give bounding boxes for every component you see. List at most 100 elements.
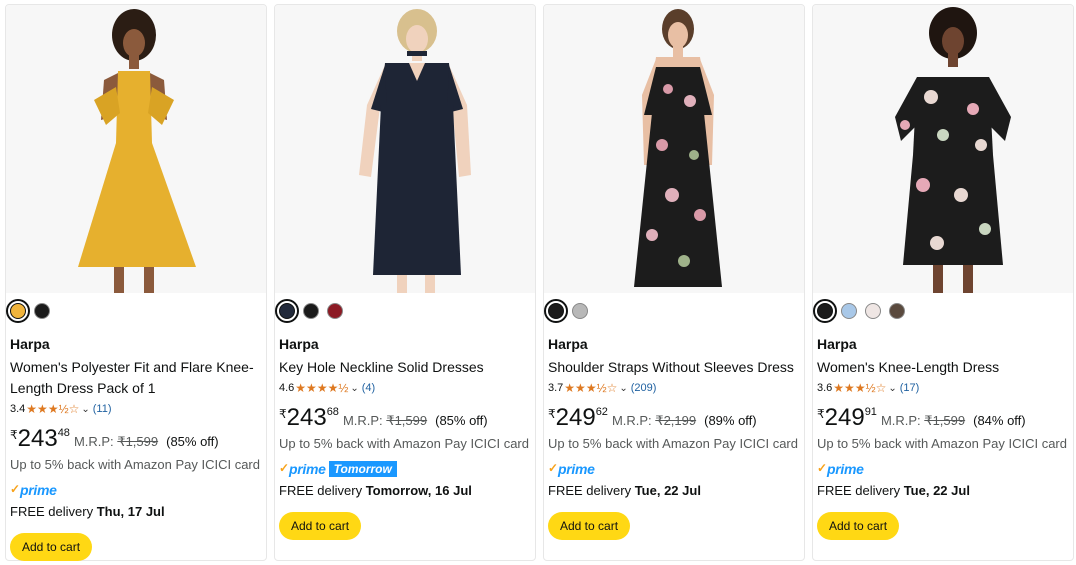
product-image[interactable] xyxy=(275,5,535,293)
add-to-cart-button[interactable]: Add to cart xyxy=(548,512,631,540)
prime-check-icon: ✓ xyxy=(548,461,558,475)
delivery-prefix: FREE delivery xyxy=(548,483,632,498)
mrp: M.R.P: ₹2,199 xyxy=(612,413,696,429)
price[interactable]: ₹ 249 62 M.R.P: ₹2,199 (89% off) xyxy=(548,404,800,432)
delivery-info: FREE delivery Tue, 22 Jul xyxy=(817,482,1069,500)
delivery-date: Thu, 17 Jul xyxy=(96,504,165,519)
cashback-offer: Up to 5% back with Amazon Pay ICICI card xyxy=(548,436,798,451)
color-swatches xyxy=(813,299,1069,323)
delivery-info: FREE delivery Thu, 17 Jul xyxy=(10,503,262,521)
star-rating-icon: ★★★½☆ xyxy=(564,381,618,395)
review-count[interactable]: (11) xyxy=(93,403,112,415)
currency-symbol: ₹ xyxy=(279,407,287,421)
rating-row[interactable]: 3.6 ★★★½☆ ⌄ (17) xyxy=(817,380,1069,396)
product-title[interactable]: Shoulder Straps Without Sleeves Dress xyxy=(548,357,800,378)
mrp-label: M.R.P: xyxy=(880,413,921,428)
color-swatch[interactable] xyxy=(865,303,881,319)
add-to-cart-button[interactable]: Add to cart xyxy=(279,512,362,540)
product-title[interactable]: Women's Polyester Fit and Flare Knee-Len… xyxy=(10,357,262,399)
delivery-prefix: FREE delivery xyxy=(817,483,901,498)
color-swatch[interactable] xyxy=(841,303,857,319)
prime-badge: ✓ prime xyxy=(10,480,262,500)
review-count[interactable]: (209) xyxy=(631,382,657,394)
currency-symbol: ₹ xyxy=(548,407,556,421)
product-title[interactable]: Key Hole Neckline Solid Dresses xyxy=(279,357,531,378)
cashback-offer: Up to 5% back with Amazon Pay ICICI card xyxy=(279,436,529,451)
discount: (85% off) xyxy=(435,413,488,428)
delivery-info: FREE delivery Tue, 22 Jul xyxy=(548,482,800,500)
discount: (89% off) xyxy=(704,413,757,428)
star-rating-icon: ★★★½☆ xyxy=(833,381,887,395)
rating-value: 4.6 xyxy=(279,382,295,394)
product-body: Harpa Women's Polyester Fit and Flare Kn… xyxy=(6,299,262,561)
color-swatch[interactable] xyxy=(889,303,905,319)
price-fraction: 62 xyxy=(595,406,608,418)
mrp-value: ₹1,599 xyxy=(117,434,159,449)
price-fraction: 48 xyxy=(57,427,70,439)
mrp-value: ₹1,599 xyxy=(924,413,966,428)
delivery-prefix: FREE delivery xyxy=(279,483,363,498)
product-image[interactable] xyxy=(6,5,266,293)
currency-symbol: ₹ xyxy=(10,428,18,442)
chevron-down-icon[interactable]: ⌄ xyxy=(350,383,358,394)
chevron-down-icon[interactable]: ⌄ xyxy=(888,383,896,394)
mrp: M.R.P: ₹1,599 xyxy=(881,413,965,429)
product-body: Harpa Key Hole Neckline Solid Dresses 4.… xyxy=(275,299,531,540)
color-swatches xyxy=(275,299,531,323)
color-swatch[interactable] xyxy=(572,303,588,319)
add-to-cart-button[interactable]: Add to cart xyxy=(10,533,93,561)
mrp: M.R.P: ₹1,599 xyxy=(343,413,427,429)
product-image[interactable] xyxy=(813,5,1073,293)
prime-check-icon: ✓ xyxy=(10,482,20,496)
dress-image xyxy=(634,9,722,287)
mrp-label: M.R.P: xyxy=(611,413,652,428)
chevron-down-icon[interactable]: ⌄ xyxy=(619,383,627,394)
price[interactable]: ₹ 249 91 M.R.P: ₹1,599 (84% off) xyxy=(817,404,1069,432)
product-title[interactable]: Women's Knee-Length Dress xyxy=(817,357,1069,378)
color-swatch[interactable] xyxy=(6,299,30,323)
rating-row[interactable]: 4.6 ★★★★½ ⌄ (4) xyxy=(279,380,531,396)
prime-badge: ✓ prime Tomorrow xyxy=(279,459,531,479)
product-body: Harpa Shoulder Straps Without Sleeves Dr… xyxy=(544,299,800,540)
tomorrow-badge: Tomorrow xyxy=(328,461,397,477)
delivery-prefix: FREE delivery xyxy=(10,504,94,519)
color-swatch[interactable] xyxy=(275,299,299,323)
rating-value: 3.6 xyxy=(817,382,833,394)
delivery-info: FREE delivery Tomorrow, 16 Jul xyxy=(279,482,531,500)
review-count[interactable]: (17) xyxy=(900,382,920,394)
delivery-date: Tue, 22 Jul xyxy=(903,483,970,498)
price-whole: 249 xyxy=(555,404,596,431)
mrp-label: M.R.P: xyxy=(73,434,114,449)
cashback-offer: Up to 5% back with Amazon Pay ICICI card xyxy=(817,436,1067,451)
brand-name: Harpa xyxy=(10,336,50,352)
price-fraction: 91 xyxy=(864,406,877,418)
mrp-label: M.R.P: xyxy=(342,413,383,428)
color-swatch[interactable] xyxy=(303,303,319,319)
discount: (84% off) xyxy=(973,413,1026,428)
color-swatch[interactable] xyxy=(544,299,568,323)
chevron-down-icon[interactable]: ⌄ xyxy=(81,404,89,415)
product-grid: Harpa Women's Polyester Fit and Flare Kn… xyxy=(0,0,1076,565)
rating-row[interactable]: 3.7 ★★★½☆ ⌄ (209) xyxy=(548,380,800,396)
brand-name: Harpa xyxy=(279,336,319,352)
mrp: M.R.P: ₹1,599 xyxy=(74,434,158,450)
price-fraction: 68 xyxy=(326,406,339,418)
dress-image xyxy=(359,9,471,293)
color-swatch[interactable] xyxy=(34,303,50,319)
price[interactable]: ₹ 243 48 M.R.P: ₹1,599 (85% off) xyxy=(10,425,262,453)
price[interactable]: ₹ 243 68 M.R.P: ₹1,599 (85% off) xyxy=(279,404,531,432)
prime-label: prime xyxy=(289,461,326,477)
color-swatch[interactable] xyxy=(327,303,343,319)
price-whole: 243 xyxy=(286,404,327,431)
product-image[interactable] xyxy=(544,5,804,293)
rating-row[interactable]: 3.4 ★★★½☆ ⌄ (11) xyxy=(10,401,262,417)
review-count[interactable]: (4) xyxy=(362,382,375,394)
color-swatches xyxy=(544,299,800,323)
color-swatch[interactable] xyxy=(813,299,837,323)
price-whole: 249 xyxy=(824,404,865,431)
mrp-value: ₹1,599 xyxy=(386,413,428,428)
star-rating-icon: ★★★½☆ xyxy=(26,402,80,416)
product-card: Harpa Shoulder Straps Without Sleeves Dr… xyxy=(543,4,805,561)
prime-label: prime xyxy=(20,482,57,498)
add-to-cart-button[interactable]: Add to cart xyxy=(817,512,900,540)
